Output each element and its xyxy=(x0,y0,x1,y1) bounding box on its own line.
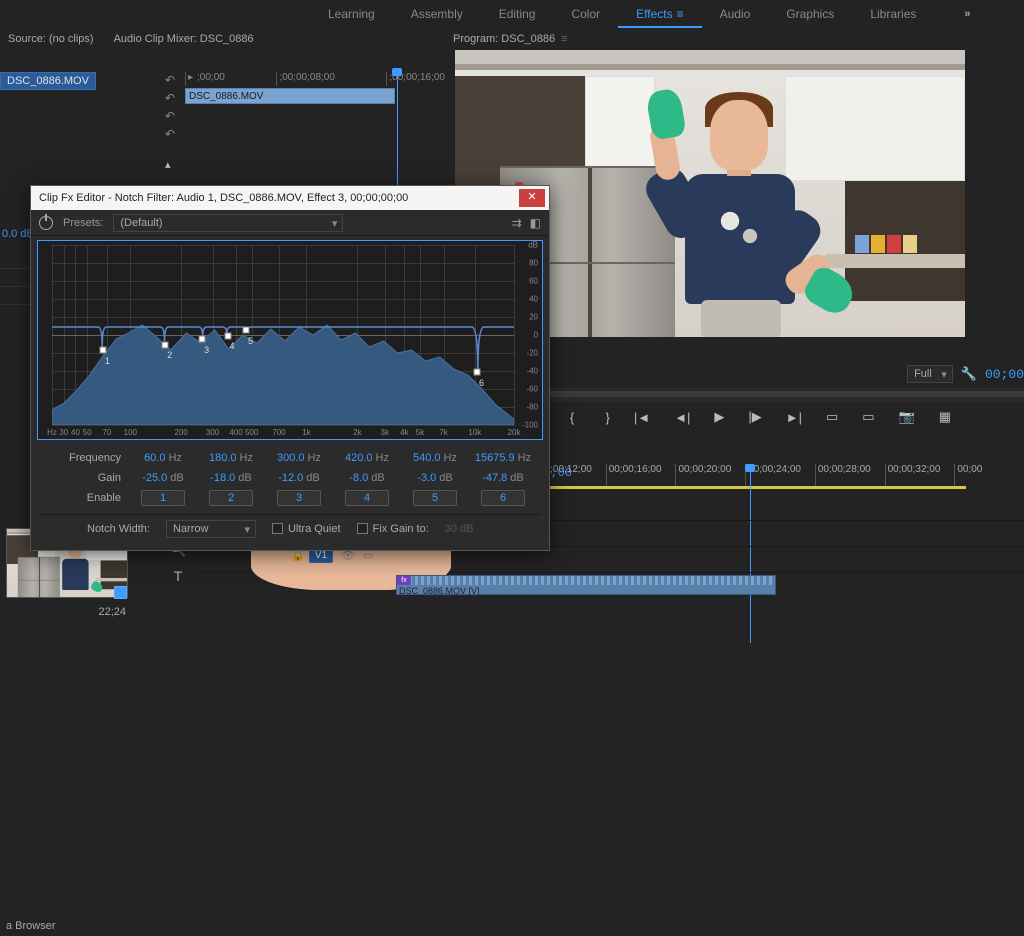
workspace-menu-icon[interactable]: ≡ xyxy=(677,7,684,21)
export-frame-icon[interactable]: 📷 xyxy=(899,409,915,425)
enable-5[interactable]: 5 xyxy=(413,490,457,506)
gain-1[interactable]: -25.0 xyxy=(142,472,167,484)
fix-gain-value: 30 dB xyxy=(445,523,474,535)
mark-out-icon[interactable]: { xyxy=(570,410,578,425)
notch-point-3[interactable] xyxy=(199,336,206,343)
preset-dropdown[interactable]: (Default) xyxy=(113,214,343,232)
clip-fx-editor-window[interactable]: Clip Fx Editor - Notch Filter: Audio 1, … xyxy=(30,185,550,551)
chevron-up-icon[interactable]: ▴ xyxy=(165,158,171,171)
workspace-assembly[interactable]: Assembly xyxy=(393,0,481,28)
workspace-overflow-icon[interactable]: » xyxy=(964,8,970,20)
frequency-label: Frequency xyxy=(39,452,129,464)
source-clip-tab[interactable]: DSC_0886.MOV xyxy=(0,72,96,90)
freq-5[interactable]: 540.0 xyxy=(413,452,441,464)
notch-width-label: Notch Width: xyxy=(87,523,150,535)
type-tool-icon[interactable]: T xyxy=(174,568,183,584)
undo-icon[interactable]: ↶ xyxy=(165,72,175,88)
enable-label: Enable xyxy=(39,492,129,504)
step-forward-icon[interactable]: |▶ xyxy=(748,409,761,425)
program-out-timecode[interactable]: 00;00 xyxy=(985,367,1024,382)
enable-2[interactable]: 2 xyxy=(209,490,253,506)
notch-width-dropdown[interactable]: Narrow xyxy=(166,520,256,538)
gain-2[interactable]: -18.0 xyxy=(210,472,235,484)
gain-4[interactable]: -8.0 xyxy=(349,472,368,484)
fx-titlebar[interactable]: Clip Fx Editor - Notch Filter: Audio 1, … xyxy=(31,186,549,210)
work-area-bar[interactable] xyxy=(536,486,966,489)
lift-icon[interactable]: ▭ xyxy=(826,409,838,425)
workspace-learning[interactable]: Learning xyxy=(310,0,393,28)
play-icon[interactable]: ▶ xyxy=(714,409,724,425)
workspace-audio[interactable]: Audio xyxy=(702,0,769,28)
freq-3[interactable]: 300.0 xyxy=(277,452,305,464)
gain-6[interactable]: -47.8 xyxy=(482,472,507,484)
workspace-color[interactable]: Color xyxy=(553,0,618,28)
thumbnail-selected-icon[interactable] xyxy=(114,586,127,599)
workspace-graphics[interactable]: Graphics xyxy=(768,0,852,28)
gain-label: Gain xyxy=(39,472,129,484)
timeline-ruler[interactable]: 00;00;12;00 00;00;16;00 00;00;20;00 00;0… xyxy=(536,464,1024,486)
enable-3[interactable]: 3 xyxy=(277,490,321,506)
workspace-editing[interactable]: Editing xyxy=(481,0,554,28)
power-toggle-icon[interactable] xyxy=(39,216,53,230)
comparison-icon[interactable]: ▦ xyxy=(939,409,951,425)
presets-label: Presets: xyxy=(63,217,103,229)
go-to-in-icon[interactable]: |◄ xyxy=(634,410,650,425)
clip-duration: 22;24 xyxy=(98,606,126,618)
enable-4[interactable]: 4 xyxy=(345,490,389,506)
quality-dropdown[interactable]: Full xyxy=(907,365,953,383)
fix-gain-checkbox[interactable]: Fix Gain to: xyxy=(357,523,429,535)
fx-params: Frequency 60.0Hz 180.0Hz 300.0Hz 420.0Hz… xyxy=(31,444,549,550)
fx-eq-graph[interactable]: Hz304050701002003004005007001k2k3k4k5k7k… xyxy=(37,240,543,440)
notch-point-1[interactable] xyxy=(99,347,106,354)
close-icon[interactable]: ✕ xyxy=(519,189,545,207)
effect-rows-collapsed xyxy=(0,268,30,322)
source-ruler[interactable]: ▸;00;00 ;00;00;08;00 ;00;00;16;00 xyxy=(185,72,445,86)
freq-6[interactable]: 15675.9 xyxy=(475,452,515,464)
audio-clip-mixer-tab[interactable]: Audio Clip Mixer: DSC_0886 xyxy=(114,33,254,45)
program-title[interactable]: Program: DSC_0886≡ xyxy=(453,33,568,45)
extract-icon[interactable]: ▭ xyxy=(862,409,874,425)
gain-3[interactable]: -12.0 xyxy=(278,472,303,484)
track-v1: 🔒 V1 👁▭ fx DSC_0886.MOV [V] xyxy=(196,572,1024,598)
fx-badge[interactable]: fx xyxy=(397,576,411,585)
gang-icon[interactable]: ◧ xyxy=(530,216,541,230)
workspace-libraries[interactable]: Libraries xyxy=(852,0,934,28)
channel-map-icon[interactable]: ⇉ xyxy=(512,216,522,230)
source-clip[interactable]: DSC_0886.MOV xyxy=(185,88,395,104)
undo-icon[interactable]: ↶ xyxy=(165,108,175,124)
gain-5[interactable]: -3.0 xyxy=(417,472,436,484)
wrench-icon[interactable]: 🔧 xyxy=(961,366,977,382)
play-icon[interactable]: ▸ xyxy=(188,72,193,83)
mark-clip-icon[interactable]: } xyxy=(602,410,610,425)
enable-6[interactable]: 6 xyxy=(481,490,525,506)
enable-1[interactable]: 1 xyxy=(141,490,185,506)
undo-icon[interactable]: ↶ xyxy=(165,90,175,106)
source-title[interactable]: Source: (no clips) xyxy=(8,33,94,45)
ultra-quiet-checkbox[interactable]: Ultra Quiet xyxy=(272,523,341,535)
fx-window-title: Clip Fx Editor - Notch Filter: Audio 1, … xyxy=(39,192,408,204)
notch-point-4[interactable] xyxy=(224,332,231,339)
workspace-effects[interactable]: Effects≡ xyxy=(618,0,701,28)
freq-1[interactable]: 60.0 xyxy=(144,452,165,464)
undo-icon[interactable]: ↶ xyxy=(165,126,175,142)
freq-2[interactable]: 180.0 xyxy=(209,452,237,464)
step-back-icon[interactable]: ◄| xyxy=(674,410,690,425)
freq-4[interactable]: 420.0 xyxy=(345,452,373,464)
notch-point-6[interactable] xyxy=(474,369,481,376)
notch-point-5[interactable] xyxy=(243,327,250,334)
media-browser-tab[interactable]: a Browser xyxy=(0,916,62,936)
notch-point-2[interactable] xyxy=(162,341,169,348)
timeline-clip-v1[interactable]: fx DSC_0886.MOV [V] xyxy=(396,575,776,595)
go-to-out-icon[interactable]: ►| xyxy=(786,410,802,425)
workspace-tabs: Learning Assembly Editing Color Effects≡… xyxy=(0,0,1024,28)
transport-bar: ⇥ { } |◄ ◄| ▶ |▶ ►| ▭ ▭ 📷 ▦ xyxy=(535,406,1024,428)
